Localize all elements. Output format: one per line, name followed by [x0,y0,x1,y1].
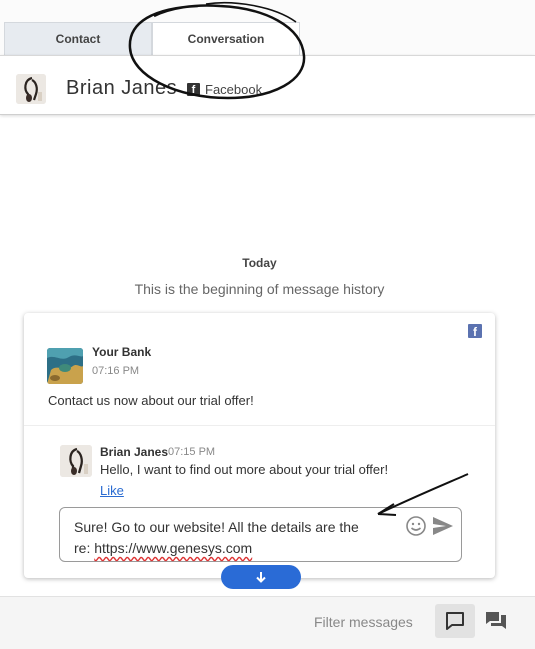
sender-name: Your Bank [92,345,152,359]
chat-view-button[interactable] [435,604,475,638]
customer-time: 07:15 PM [168,446,216,458]
annotation-arrow [377,473,469,516]
customer-message: Hello, I want to find out more about you… [100,462,389,477]
scroll-down-button[interactable] [221,565,301,589]
customer-avatar [60,445,92,477]
like-link[interactable]: Like [100,483,124,498]
chat-stack-icon [486,612,506,629]
footer-bar: Filter messages [0,596,535,649]
avatar [16,74,46,104]
chat-icon [446,612,464,630]
reply-text[interactable]: Sure! Go to our website! All the details… [74,517,374,559]
annotation-circle [128,2,306,100]
reply-url: https://www.genesys.com [94,540,253,556]
sender-time: 07:16 PM [92,365,140,377]
chat-stack-button[interactable] [476,604,516,638]
divider [24,425,495,426]
history-start-text: This is the beginning of message history [134,281,385,297]
filter-messages-label[interactable]: Filter messages [314,614,413,630]
facebook-icon: f [468,324,482,338]
date-separator: Today [242,256,277,270]
bank-avatar [47,348,83,384]
customer-name: Brian Janes [100,445,169,459]
sender-message: Contact us now about our trial offer! [48,393,254,408]
arrow-down-icon [256,572,266,583]
message-card: f Your Bank 07:16 PM Contact us now abou… [24,313,495,589]
